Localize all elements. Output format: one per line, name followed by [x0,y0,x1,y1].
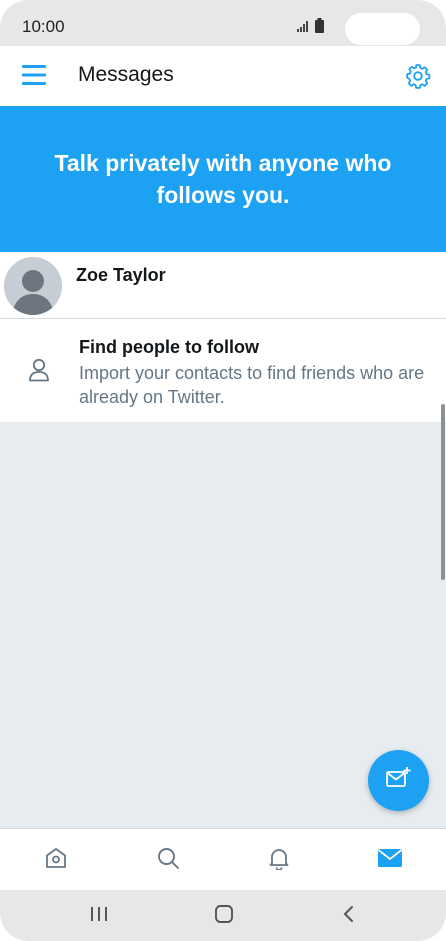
tab-notifications[interactable] [264,845,294,875]
recent-apps-button[interactable] [87,904,111,928]
tab-home[interactable] [41,845,71,875]
privacy-banner: Talk privately with anyone who follows y… [0,106,446,252]
status-time: 10:00 [22,17,65,36]
find-people-description: Import your contacts to find friends who… [79,363,425,407]
mail-icon [377,847,403,874]
tab-search[interactable] [153,845,183,875]
device-screen: 10:00 Messages Talk privately with anyon… [0,0,446,941]
search-icon [156,846,180,875]
app-bar: Messages [0,46,446,106]
back-button[interactable] [337,904,361,928]
home-button[interactable] [212,904,236,928]
home-button-icon [214,904,234,929]
status-bar: 10:00 [0,0,446,46]
signal-icon [297,19,311,37]
page-title: Messages [78,63,174,86]
bottom-tab-bar [0,828,446,890]
recent-apps-icon [89,905,109,928]
banner-text: Talk privately with anyone who follows y… [54,150,392,208]
battery-icon [315,18,324,38]
gear-icon[interactable] [405,63,431,94]
default-avatar-icon [4,257,62,315]
person-icon [28,358,50,387]
camera-cutout [345,13,420,45]
find-people-row[interactable]: Find people to follow Import your contac… [0,320,446,422]
tab-messages[interactable] [375,845,405,875]
conversation-row[interactable]: Zoe Taylor [0,252,446,319]
new-message-icon [385,766,412,795]
new-message-button[interactable] [368,750,429,811]
conversation-name: Zoe Taylor [76,265,166,285]
menu-icon[interactable] [22,64,48,91]
back-icon [341,904,357,929]
system-nav-bar [0,890,446,941]
bell-icon [267,846,291,875]
home-icon [44,846,68,875]
scrollbar[interactable] [441,404,445,580]
find-people-title: Find people to follow [79,337,259,357]
